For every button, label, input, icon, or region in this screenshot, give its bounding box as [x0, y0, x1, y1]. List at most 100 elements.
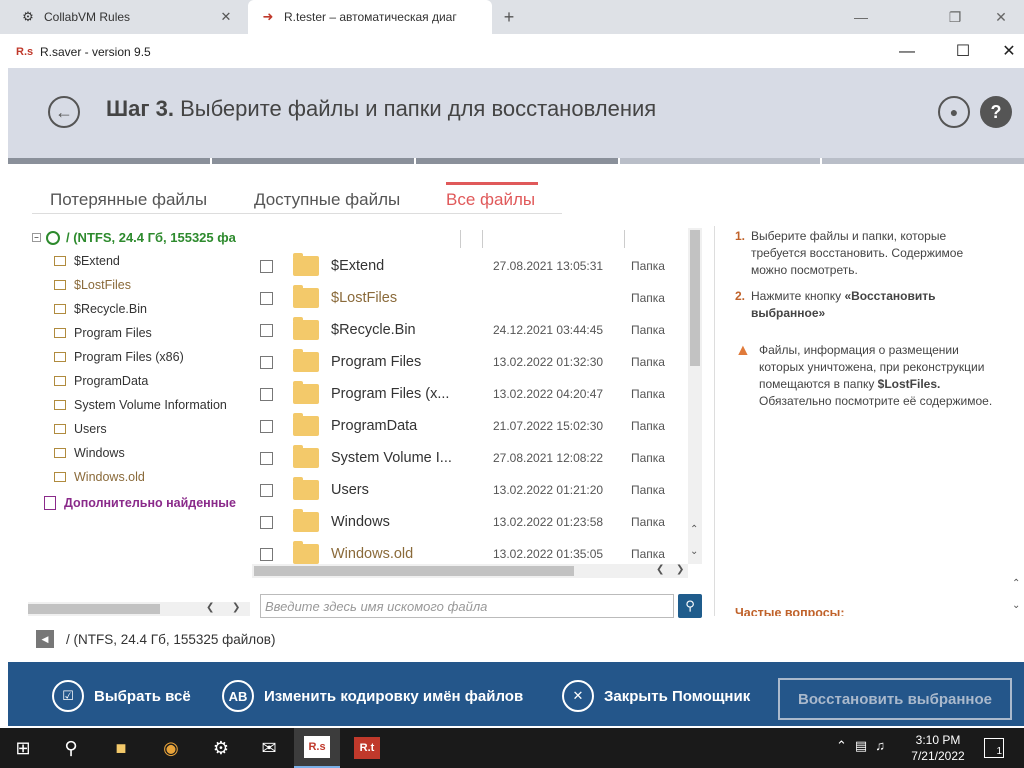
row-checkbox[interactable]	[260, 259, 273, 273]
app-title: R.saver - version 9.5	[40, 45, 151, 59]
chevron-left-icon[interactable]: ❮	[206, 602, 214, 613]
tree-node[interactable]: ProgramData	[54, 374, 148, 388]
file-row[interactable]: $LostFiles Папка	[248, 282, 688, 314]
minimize-icon[interactable]: —	[838, 4, 884, 30]
file-row[interactable]: Users 13.02.2022 01:21:20 Папка	[248, 474, 688, 506]
tree-node[interactable]: $LostFiles	[54, 278, 131, 292]
file-row[interactable]: Windows 13.02.2022 01:23:58 Папка	[248, 506, 688, 538]
change-encoding-button[interactable]: AB Изменить кодировку имён файлов	[222, 680, 523, 712]
file-date: 13.02.2022 01:35:05	[493, 547, 604, 561]
notification-icon[interactable]: 1	[984, 738, 1004, 758]
tab-available-files[interactable]: Доступные файлы	[254, 190, 400, 210]
tree-node[interactable]: System Volume Information	[54, 398, 227, 412]
chrome-icon[interactable]: ◉	[148, 728, 194, 768]
tree-node-label: Windows.old	[74, 470, 145, 484]
file-row[interactable]: Program Files (x... 13.02.2022 04:20:47 Па…	[248, 378, 688, 410]
close-helper-button[interactable]: ✕ Закрыть Помощник	[562, 680, 750, 712]
rsaver-label: R.s	[304, 736, 330, 758]
rsaver-taskbar-icon[interactable]: R.s	[294, 728, 340, 768]
chevron-down-icon[interactable]: ⌄	[690, 546, 698, 557]
search-icon[interactable]: ⚲	[48, 728, 94, 768]
path-back-button[interactable]: ◀	[36, 630, 54, 648]
folder-icon	[54, 472, 66, 482]
row-checkbox[interactable]	[260, 547, 273, 561]
chevron-up-icon[interactable]: ⌃	[1012, 578, 1020, 589]
search-button[interactable]: ⚲	[678, 594, 702, 618]
scroll-thumb[interactable]	[254, 566, 574, 576]
tree-root[interactable]: – / (NTFS, 24.4 Гб, 155325 фа	[32, 230, 236, 245]
user-button[interactable]: ●	[938, 96, 970, 128]
tree-horizontal-scrollbar[interactable]: ❮ ❯	[28, 602, 250, 616]
chevron-right-icon[interactable]: ❯	[676, 564, 684, 575]
scroll-thumb[interactable]	[690, 230, 700, 366]
tree-node[interactable]: Windows.old	[54, 470, 145, 484]
tree-node[interactable]: Windows	[54, 446, 125, 460]
row-checkbox[interactable]	[260, 483, 273, 497]
windows-start-icon[interactable]: ⊞	[0, 728, 46, 768]
maximize-icon[interactable]: ☐	[940, 38, 986, 66]
row-checkbox[interactable]	[260, 515, 273, 529]
file-row[interactable]: Windows.old 13.02.2022 01:35:05 Папка	[248, 538, 688, 564]
tree-node[interactable]: $Recycle.Bin	[54, 302, 147, 316]
close-icon[interactable]: ✕	[978, 4, 1024, 30]
file-row[interactable]: System Volume I... 27.08.2021 12:08:22 Пап…	[248, 442, 688, 474]
column-divider[interactable]	[460, 230, 461, 248]
restore-selected-button[interactable]: Восстановить выбранное	[778, 678, 1012, 720]
system-tray[interactable]: ⌃ ▤ ♫	[836, 738, 885, 754]
column-divider[interactable]	[624, 230, 625, 248]
chevron-right-icon[interactable]: ❯	[232, 602, 240, 613]
clock[interactable]: 3:10 PM 7/21/2022	[906, 732, 970, 764]
close-icon[interactable]: ✕	[218, 9, 234, 25]
scroll-thumb[interactable]	[28, 604, 160, 614]
file-name: $Extend	[331, 258, 385, 274]
collapse-icon[interactable]: –	[32, 233, 41, 242]
tree-root-label: / (NTFS, 24.4 Гб, 155325 фа	[66, 230, 236, 245]
search-input[interactable]	[261, 595, 673, 617]
chevron-down-icon[interactable]: ⌄	[1012, 600, 1020, 611]
chevron-up-icon[interactable]: ⌃	[690, 524, 698, 535]
help-button[interactable]: ?	[980, 96, 1012, 128]
folder-icon	[293, 445, 319, 468]
tree-node[interactable]: Users	[54, 422, 107, 436]
tree-node[interactable]: Program Files	[54, 326, 152, 340]
browser-tab-collabvm[interactable]: ⚙ CollabVM Rules ✕	[8, 0, 246, 34]
row-checkbox[interactable]	[260, 419, 273, 433]
select-all-button[interactable]: ☑ Выбрать всё	[52, 680, 191, 712]
tree-extra-found[interactable]: Дополнительно найденные	[44, 496, 236, 510]
row-checkbox[interactable]	[260, 387, 273, 401]
minimize-icon[interactable]: —	[884, 38, 930, 66]
settings-icon[interactable]: ⚙	[198, 728, 244, 768]
file-row[interactable]: $Extend 27.08.2021 13:05:31 Папка	[248, 250, 688, 282]
tree-node[interactable]: $Extend	[54, 254, 120, 268]
file-row[interactable]: $Recycle.Bin 24.12.2021 03:44:45 Папка	[248, 314, 688, 346]
restore-icon[interactable]: ❐	[932, 4, 978, 30]
file-explorer-icon[interactable]: ■	[98, 728, 144, 768]
faq-heading[interactable]: Частые вопросы:	[735, 606, 845, 616]
close-icon[interactable]: ✕	[986, 38, 1024, 66]
file-list-horizontal-scrollbar[interactable]: ❮ ❯	[252, 564, 688, 578]
row-checkbox[interactable]	[260, 355, 273, 369]
column-divider[interactable]	[482, 230, 483, 248]
chevron-left-icon[interactable]: ❮	[656, 564, 664, 575]
file-row[interactable]: ProgramData 21.07.2022 15:02:30 Папка	[248, 410, 688, 442]
file-row[interactable]: Program Files 13.02.2022 01:32:30 Папка	[248, 346, 688, 378]
row-checkbox[interactable]	[260, 451, 273, 465]
network-icon[interactable]: ▤	[855, 738, 867, 754]
file-list-vertical-scrollbar[interactable]: ⌃ ⌄	[688, 228, 702, 564]
mail-icon[interactable]: ✉	[246, 728, 292, 768]
helper-scrollbar[interactable]: ⌃ ⌄	[1010, 226, 1024, 616]
new-tab-button[interactable]: +	[498, 6, 520, 28]
browser-tab-rtester[interactable]: ➜ R.tester – автоматическая диаг	[248, 0, 492, 34]
search-icon: ⚲	[685, 598, 695, 613]
row-checkbox[interactable]	[260, 291, 273, 305]
back-button[interactable]: ←	[48, 96, 80, 128]
active-tab-indicator	[446, 182, 538, 185]
tree-node[interactable]: Program Files (x86)	[54, 350, 184, 364]
row-checkbox[interactable]	[260, 323, 273, 337]
folder-icon	[54, 376, 66, 386]
tab-all-files[interactable]: Все файлы	[446, 190, 535, 210]
volume-icon[interactable]: ♫	[875, 738, 885, 754]
tab-lost-files[interactable]: Потерянные файлы	[50, 190, 207, 210]
rtester-taskbar-icon[interactable]: R.t	[344, 728, 390, 768]
chevron-up-icon[interactable]: ⌃	[836, 738, 847, 754]
